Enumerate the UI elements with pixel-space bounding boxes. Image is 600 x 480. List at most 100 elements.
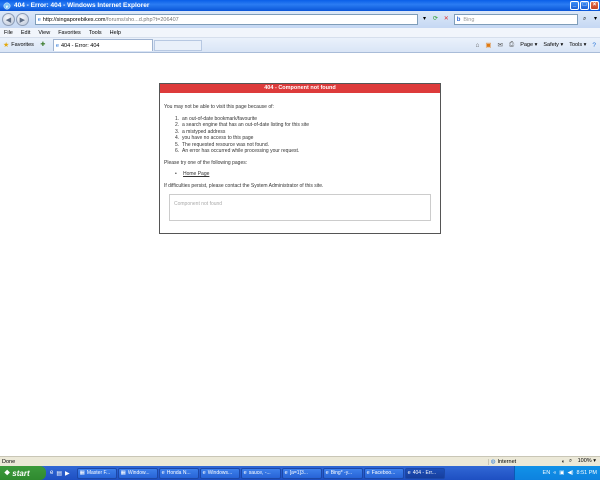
- task-button[interactable]: e Windows...: [199, 467, 240, 479]
- back-button[interactable]: ◀: [2, 13, 15, 26]
- folder-quicklaunch-icon[interactable]: ▤: [56, 470, 62, 477]
- status-text: Done: [2, 458, 16, 465]
- window-title: 404 - Error: 404 - Windows Internet Expl…: [14, 2, 150, 9]
- error-intro: You may not be able to visit this page b…: [164, 104, 274, 110]
- contact-admin-text: If difficulties persist, please contact …: [164, 183, 324, 190]
- close-button[interactable]: ×: [590, 1, 599, 10]
- task-label: Window...: [127, 470, 150, 476]
- taskbar: ❖ start e ▤ ▶ ▦ Master F... ▦ Window... eH…: [0, 466, 600, 480]
- item-text: An error has occurred while processing y…: [182, 148, 300, 155]
- task-label: Bing* -y...: [330, 470, 353, 476]
- language-indicator[interactable]: EN: [543, 470, 551, 476]
- window-title-bar[interactable]: e 404 - Error: 404 - Windows Internet Ex…: [0, 0, 600, 11]
- task-label: Master F...: [86, 470, 111, 476]
- bullet-icon: •: [175, 171, 177, 178]
- task-label: [a=1]3...: [289, 470, 308, 476]
- page-content: 404 - Component not found You may not be…: [0, 53, 600, 456]
- menu-favorites[interactable]: Favorites: [58, 30, 81, 36]
- ie-task-icon: e: [284, 470, 288, 476]
- task-button-active[interactable]: e 404 - Err...: [404, 467, 445, 479]
- ie-quicklaunch-icon[interactable]: e: [50, 470, 53, 476]
- page-menu[interactable]: Page ▾: [520, 42, 537, 48]
- stop-icon[interactable]: ✕: [442, 15, 451, 24]
- menu-tools[interactable]: Tools: [89, 30, 102, 36]
- search-input[interactable]: b Bing: [453, 14, 579, 25]
- feeds-button[interactable]: ▣: [485, 41, 491, 49]
- status-controls: ◐ ⌕ 100% ▾: [558, 458, 600, 465]
- tray-arrow-icon[interactable]: «: [553, 470, 556, 476]
- try-pages-text: Please try one of the following pages:: [164, 160, 248, 167]
- favorites-tab-bar: ★ Favorites ✚ e 404 - Error: 404 ⌂ ▣ ✉ ⎙…: [0, 38, 600, 53]
- favorites-star-icon: ★: [3, 42, 10, 49]
- menu-bar: File Edit View Favorites Tools Help: [0, 28, 600, 38]
- printer-icon: ⎙: [508, 41, 515, 48]
- clock[interactable]: 8:51 PM: [577, 470, 597, 476]
- task-button[interactable]: ▦ Window...: [117, 467, 158, 479]
- task-button[interactable]: e [a=1]3...: [281, 467, 322, 479]
- print-button[interactable]: ⎙: [509, 41, 514, 49]
- windows-flag-icon: ❖: [4, 470, 11, 477]
- item-number: 6.: [175, 148, 180, 155]
- start-button[interactable]: ❖ start: [0, 466, 46, 480]
- task-button[interactable]: e Bing* -y...: [322, 467, 363, 479]
- new-tab-button[interactable]: [153, 39, 202, 51]
- home-page-link[interactable]: Home Page: [183, 171, 209, 177]
- network-icon[interactable]: ▣: [559, 470, 564, 476]
- tab-404-error[interactable]: e 404 - Error: 404: [52, 39, 153, 51]
- security-zone[interactable]: ◍ Internet: [487, 458, 558, 465]
- menu-file[interactable]: File: [4, 30, 13, 36]
- address-input[interactable]: e http://singaporebikes.com /forums/sho.…: [34, 14, 419, 25]
- mail-button[interactable]: ✉: [498, 41, 503, 49]
- safety-menu[interactable]: Safety ▾: [543, 42, 563, 48]
- task-label: 404 - Err...: [412, 470, 437, 476]
- add-favorite-icon[interactable]: ✚: [39, 41, 47, 49]
- item-text: you have no access to this page: [182, 135, 254, 142]
- list-item: 6. An error has occurred while processing…: [175, 148, 436, 154]
- url-host: http://singaporebikes.com: [42, 16, 106, 23]
- search-options-icon[interactable]: ▾: [591, 15, 600, 24]
- zoom-control[interactable]: ⌕ 100% ▾: [569, 458, 596, 465]
- command-bar: ⌂ ▣ ✉ ⎙ Page ▾ Safety ▾ Tools ▾ ?: [469, 41, 600, 49]
- search-icon[interactable]: ⌕: [580, 15, 589, 24]
- reasons-list: 1. an out-of-date bookmark/favourite 2. a …: [175, 116, 436, 154]
- menu-view[interactable]: View: [38, 30, 50, 36]
- home-button[interactable]: ⌂: [475, 42, 479, 49]
- ie-task-icon: e: [202, 470, 206, 476]
- safety-menu-label: Safety: [543, 42, 559, 48]
- forward-button[interactable]: ▶: [15, 13, 29, 26]
- url-path: /forums/sho...d.php?t=206407: [105, 16, 179, 23]
- item-text: The requested resource was not found.: [182, 141, 269, 148]
- quick-launch: e ▤ ▶: [50, 470, 73, 477]
- minimize-button[interactable]: _: [570, 1, 579, 10]
- zoom-level: 100%: [577, 458, 592, 464]
- menu-edit[interactable]: Edit: [21, 30, 30, 36]
- list-item: • Home Page: [175, 171, 436, 177]
- refresh-icon[interactable]: ⟳: [431, 15, 440, 24]
- status-bar: Done ◍ Internet ◐ ⌕ 100% ▾: [0, 456, 600, 466]
- media-quicklaunch-icon[interactable]: ▶: [65, 470, 70, 477]
- task-button[interactable]: e Faceboo...: [363, 467, 404, 479]
- ie-task-icon: e: [161, 470, 165, 476]
- maximize-button[interactable]: □: [580, 1, 589, 10]
- task-button[interactable]: e sauce, -...: [240, 467, 281, 479]
- address-dropdown-icon[interactable]: ▾: [420, 15, 429, 24]
- app-icon: ▦: [120, 470, 126, 476]
- menu-help[interactable]: Help: [110, 30, 121, 36]
- bing-icon: b: [456, 16, 461, 23]
- item-text: a mistyped address: [182, 128, 226, 135]
- error-body: You may not be able to visit this page b…: [160, 93, 440, 222]
- mail-icon: ✉: [497, 42, 503, 49]
- suggested-pages-list: • Home Page: [175, 171, 436, 177]
- task-button[interactable]: ▦ Master F...: [76, 467, 117, 479]
- internet-explorer-icon: e: [3, 2, 11, 9]
- favorites-label: Favorites: [11, 42, 34, 48]
- item-text: an out-of-date bookmark/favourite: [182, 116, 258, 122]
- volume-icon[interactable]: ◀): [567, 470, 573, 476]
- ie-task-icon: e: [366, 470, 370, 476]
- tools-menu[interactable]: Tools ▾: [569, 42, 586, 48]
- ie-task-icon: e: [407, 470, 411, 476]
- protected-mode-icon[interactable]: ◐: [562, 459, 565, 465]
- favorites-button[interactable]: ★ Favorites: [0, 40, 37, 51]
- task-button[interactable]: e Honda N...: [158, 467, 199, 479]
- help-button[interactable]: ?: [592, 42, 596, 49]
